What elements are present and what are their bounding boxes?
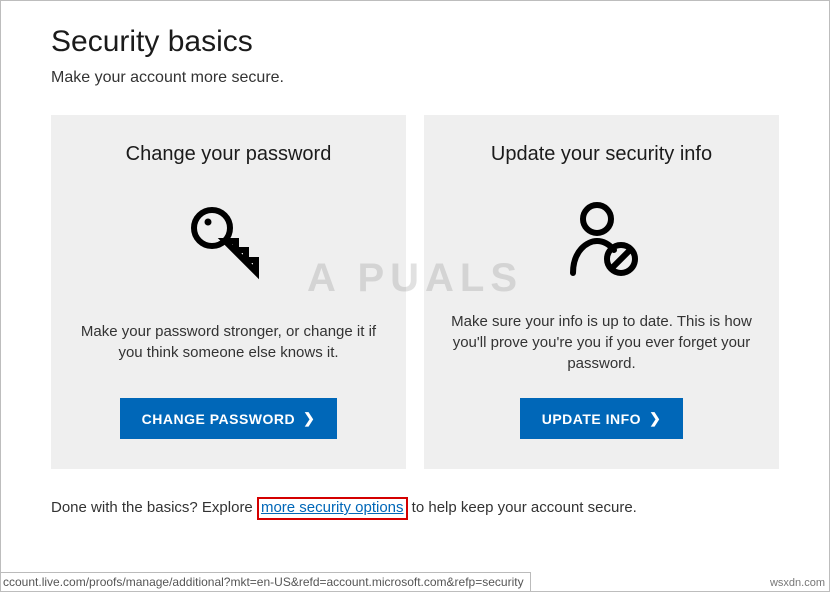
chevron-right-icon: ❯: [303, 410, 315, 427]
person-prohibit-icon: [557, 190, 647, 290]
page-title: Security basics: [51, 25, 779, 59]
footer-prefix: Done with the basics? Explore: [51, 499, 257, 516]
card-password-text: Make your password stronger, or change i…: [75, 310, 382, 374]
main-content: Security basics Make your account more s…: [1, 1, 829, 520]
card-password-title: Change your password: [126, 143, 332, 166]
update-info-button-label: UPDATE INFO: [542, 411, 641, 427]
attribution: wsxdn.com: [770, 577, 825, 589]
highlight-annotation: more security options: [257, 497, 408, 520]
update-info-button[interactable]: UPDATE INFO ❯: [520, 398, 684, 439]
change-password-button[interactable]: CHANGE PASSWORD ❯: [120, 398, 338, 439]
card-info-text: Make sure your info is up to date. This …: [448, 310, 755, 374]
browser-status-bar: ccount.live.com/proofs/manage/additional…: [1, 572, 531, 591]
card-change-password: Change your password Make your password …: [51, 115, 406, 469]
page-subtitle: Make your account more secure.: [51, 69, 779, 87]
footer-suffix: to help keep your account secure.: [408, 499, 637, 516]
card-info-title: Update your security info: [491, 143, 712, 166]
key-icon: [184, 190, 274, 290]
change-password-button-label: CHANGE PASSWORD: [142, 411, 295, 427]
chevron-right-icon: ❯: [649, 410, 661, 427]
card-update-info: Update your security info Make sure your…: [424, 115, 779, 469]
cards-row: Change your password Make your password …: [51, 115, 779, 469]
footer-text: Done with the basics? Explore more secur…: [51, 497, 779, 520]
more-security-options-link[interactable]: more security options: [261, 499, 404, 516]
